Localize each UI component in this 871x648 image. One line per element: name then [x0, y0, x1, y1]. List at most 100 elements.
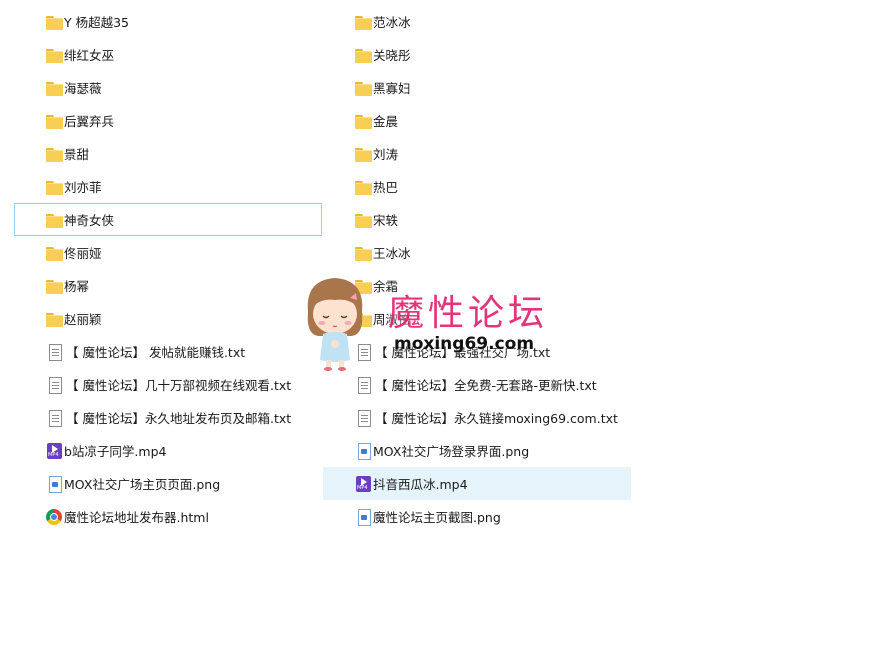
folder-item[interactable]: 神奇女侠 — [14, 203, 322, 236]
folder-icon — [46, 47, 63, 63]
item-label: 魔性论坛地址发布器.html — [64, 510, 209, 525]
folder-icon — [355, 113, 372, 129]
text-file-icon — [46, 343, 63, 361]
folder-item[interactable]: 关晓彤 — [323, 38, 631, 71]
file-item[interactable]: MOX社交广场登录界面.png — [323, 434, 631, 467]
item-label: 关晓彤 — [373, 48, 411, 63]
item-label: 刘亦菲 — [64, 180, 102, 195]
folder-item[interactable]: 王冰冰 — [323, 236, 631, 269]
item-label: 【 魔性论坛】最强社交广场.txt — [375, 345, 551, 360]
item-label: 【 魔性论坛】永久地址发布页及邮箱.txt — [66, 411, 292, 426]
item-label: MOX社交广场登录界面.png — [373, 444, 530, 459]
folder-icon — [355, 278, 372, 294]
item-label: 刘涛 — [373, 147, 399, 162]
folder-item[interactable]: 绯红女巫 — [14, 38, 322, 71]
video-format-tag: MP4 — [357, 484, 368, 491]
file-item[interactable]: 魔性论坛地址发布器.html — [14, 500, 322, 533]
item-label: 周淑怡 — [373, 312, 411, 327]
folder-item[interactable]: 景甜 — [14, 137, 322, 170]
folder-item[interactable]: 赵丽颖 — [14, 302, 322, 335]
folder-icon — [46, 311, 63, 327]
folder-item[interactable]: 佟丽娅 — [14, 236, 322, 269]
folder-item[interactable]: 杨幂 — [14, 269, 322, 302]
folder-icon — [355, 14, 372, 30]
folder-item[interactable]: 热巴 — [323, 170, 631, 203]
file-item[interactable]: MOX社交广场主页页面.png — [14, 467, 322, 500]
item-label: 热巴 — [373, 180, 399, 195]
file-item[interactable]: 【 魔性论坛】永久地址发布页及邮箱.txt — [14, 401, 322, 434]
folder-item[interactable]: 宋轶 — [323, 203, 631, 236]
folder-item[interactable]: 刘亦菲 — [14, 170, 322, 203]
video-file-icon: MP4 — [46, 442, 63, 459]
item-label: 范冰冰 — [373, 15, 411, 30]
file-item[interactable]: 【 魔性论坛】永久链接moxing69.com.txt — [323, 401, 631, 434]
folder-icon — [355, 80, 372, 96]
folder-icon — [46, 179, 63, 195]
folder-item[interactable]: 后翼弃兵 — [14, 104, 322, 137]
item-label: 【 魔性论坛】 发帖就能赚钱.txt — [66, 345, 246, 360]
text-file-icon — [355, 343, 372, 361]
item-label: 魔性论坛主页截图.png — [373, 510, 501, 525]
right-file-column: 范冰冰关晓彤黑寡妇金晨刘涛热巴宋轶王冰冰余霜周淑怡【 魔性论坛】最强社交广场.t… — [323, 5, 631, 533]
item-label: 王冰冰 — [373, 246, 411, 261]
item-label: 赵丽颖 — [64, 312, 102, 327]
folder-item[interactable]: 余霜 — [323, 269, 631, 302]
item-label: 黑寡妇 — [373, 81, 411, 96]
left-file-column: Y 杨超越35 绯红女巫海瑟薇后翼弃兵景甜刘亦菲神奇女侠佟丽娅杨幂赵丽颖【 魔性论… — [14, 5, 322, 533]
video-file-icon: MP4 — [355, 475, 372, 492]
file-item[interactable]: 【 魔性论坛】全免费-无套路-更新快.txt — [323, 368, 631, 401]
folder-icon — [46, 146, 63, 162]
text-file-icon — [355, 409, 372, 427]
folder-item[interactable]: 黑寡妇 — [323, 71, 631, 104]
folder-item[interactable]: 刘涛 — [323, 137, 631, 170]
folder-icon — [46, 212, 63, 228]
item-label: 佟丽娅 — [64, 246, 102, 261]
folder-item[interactable]: 周淑怡 — [323, 302, 631, 335]
folder-item[interactable]: 海瑟薇 — [14, 71, 322, 104]
item-label: 杨幂 — [64, 279, 90, 294]
folder-icon — [355, 311, 372, 327]
folder-icon — [355, 179, 372, 195]
item-label: b站凉子同学.mp4 — [64, 444, 167, 459]
text-file-icon — [355, 376, 372, 394]
item-label: 景甜 — [64, 147, 90, 162]
video-format-tag: MP4 — [48, 451, 59, 458]
folder-icon — [355, 47, 372, 63]
folder-icon — [46, 14, 63, 30]
folder-item[interactable]: Y 杨超越35 — [14, 5, 322, 38]
file-item[interactable]: 【 魔性论坛】几十万部视频在线观看.txt — [14, 368, 322, 401]
chrome-icon — [46, 508, 63, 525]
image-file-icon — [355, 508, 372, 526]
item-label: MOX社交广场主页页面.png — [64, 477, 221, 492]
file-item[interactable]: MP4 抖音西瓜冰.mp4 — [323, 467, 631, 500]
item-label: 【 魔性论坛】永久链接moxing69.com.txt — [375, 411, 618, 426]
item-label: 金晨 — [373, 114, 399, 129]
folder-icon — [355, 212, 372, 228]
item-label: 神奇女侠 — [64, 213, 115, 228]
text-file-icon — [46, 376, 63, 394]
folder-icon — [46, 113, 63, 129]
file-item[interactable]: 【 魔性论坛】 发帖就能赚钱.txt — [14, 335, 322, 368]
file-item[interactable]: MP4 b站凉子同学.mp4 — [14, 434, 322, 467]
item-label: 宋轶 — [373, 213, 399, 228]
item-label: 【 魔性论坛】几十万部视频在线观看.txt — [66, 378, 292, 393]
folder-item[interactable]: 金晨 — [323, 104, 631, 137]
item-label: 后翼弃兵 — [64, 114, 115, 129]
image-file-icon — [46, 475, 63, 493]
item-label: 【 魔性论坛】全免费-无套路-更新快.txt — [375, 378, 597, 393]
file-item[interactable]: 【 魔性论坛】最强社交广场.txt — [323, 335, 631, 368]
folder-item[interactable]: 范冰冰 — [323, 5, 631, 38]
folder-icon — [355, 245, 372, 261]
image-file-icon — [355, 442, 372, 460]
item-label: 海瑟薇 — [64, 81, 102, 96]
folder-icon — [46, 245, 63, 261]
file-explorer-view: Y 杨超越35 绯红女巫海瑟薇后翼弃兵景甜刘亦菲神奇女侠佟丽娅杨幂赵丽颖【 魔性论… — [0, 0, 871, 648]
item-label: 余霜 — [373, 279, 399, 294]
item-label: 抖音西瓜冰.mp4 — [373, 477, 468, 492]
file-item[interactable]: 魔性论坛主页截图.png — [323, 500, 631, 533]
text-file-icon — [46, 409, 63, 427]
folder-icon — [46, 278, 63, 294]
item-label: Y 杨超越35 — [64, 15, 130, 30]
folder-icon — [46, 80, 63, 96]
folder-icon — [355, 146, 372, 162]
